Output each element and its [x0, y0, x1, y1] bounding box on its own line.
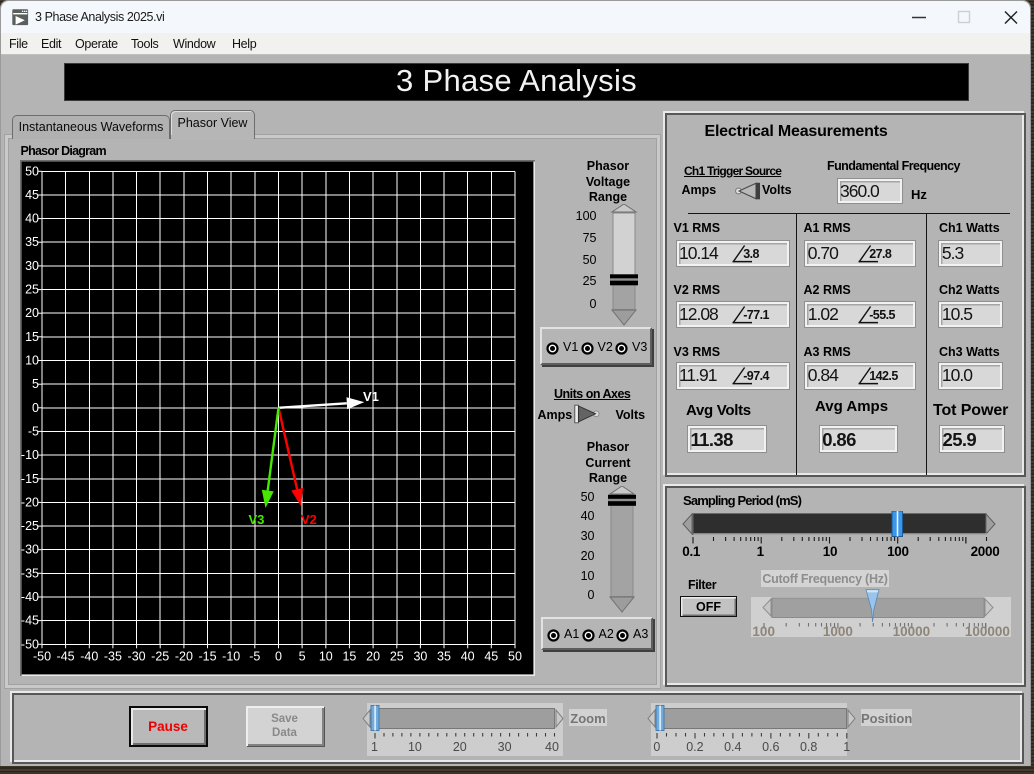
svg-text:20: 20: [366, 649, 380, 663]
svg-text:50: 50: [25, 164, 39, 178]
svg-text:-45: -45: [57, 649, 75, 663]
svg-text:V2: V2: [301, 512, 317, 527]
svg-text:V1: V1: [363, 389, 379, 404]
svg-text:-55.5: -55.5: [869, 308, 895, 322]
svg-text:-40: -40: [80, 649, 98, 663]
svg-text:-25: -25: [151, 649, 169, 663]
svg-text:-15: -15: [21, 472, 39, 486]
svg-text:-10: -10: [21, 448, 39, 462]
svg-text:-5: -5: [28, 424, 39, 438]
svg-text:-30: -30: [21, 543, 39, 557]
svg-text:45: 45: [484, 649, 498, 663]
svg-text:V3: V3: [249, 512, 265, 527]
svg-text:-40: -40: [21, 590, 39, 604]
svg-text:0: 0: [275, 649, 282, 663]
svg-text:-77.1: -77.1: [743, 308, 769, 322]
svg-text:20: 20: [25, 306, 39, 320]
svg-text:5: 5: [32, 377, 39, 391]
svg-text:-45: -45: [21, 614, 39, 628]
svg-text:40: 40: [25, 212, 39, 226]
svg-text:35: 35: [437, 649, 451, 663]
svg-text:10: 10: [25, 354, 39, 368]
svg-text:-15: -15: [198, 649, 216, 663]
svg-text:45: 45: [25, 188, 39, 202]
svg-text:-25: -25: [21, 519, 39, 533]
svg-text:-10: -10: [222, 649, 240, 663]
svg-text:-20: -20: [175, 649, 193, 663]
svg-text:50: 50: [508, 649, 522, 663]
svg-text:15: 15: [342, 649, 356, 663]
svg-text:10: 10: [319, 649, 333, 663]
svg-text:-30: -30: [128, 649, 146, 663]
svg-text:25: 25: [25, 283, 39, 297]
svg-text:-35: -35: [21, 566, 39, 580]
svg-text:5: 5: [299, 649, 306, 663]
svg-text:25: 25: [390, 649, 404, 663]
svg-text:-35: -35: [104, 649, 122, 663]
svg-text:-5: -5: [249, 649, 260, 663]
svg-text:30: 30: [25, 259, 39, 273]
svg-text:35: 35: [25, 235, 39, 249]
svg-text:27.8: 27.8: [869, 247, 892, 261]
svg-text:-50: -50: [33, 649, 51, 663]
svg-text:-20: -20: [21, 495, 39, 509]
svg-text:0: 0: [32, 401, 39, 415]
svg-text:-97.4: -97.4: [743, 369, 769, 383]
svg-text:3.8: 3.8: [743, 247, 759, 261]
svg-text:40: 40: [461, 649, 475, 663]
svg-text:15: 15: [25, 330, 39, 344]
svg-text:30: 30: [413, 649, 427, 663]
svg-text:142.5: 142.5: [869, 369, 898, 383]
